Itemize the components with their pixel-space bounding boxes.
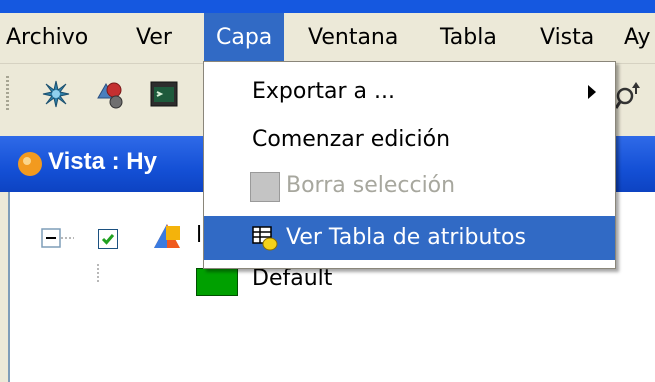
layer-visibility-checkbox[interactable] bbox=[98, 229, 118, 249]
add-layer-icon[interactable] bbox=[94, 78, 126, 110]
menu-item-exportar[interactable]: Exportar a ... bbox=[204, 70, 615, 114]
clear-selection-icon bbox=[250, 172, 280, 202]
console-icon[interactable] bbox=[148, 78, 180, 110]
view-window-title: Vista : Hy bbox=[48, 148, 157, 175]
legend-swatch bbox=[196, 268, 238, 296]
gvsig-icon[interactable] bbox=[40, 78, 72, 110]
capa-menu-dropdown: Exportar a ... Comenzar edición Borra se… bbox=[203, 61, 616, 269]
menu-bar: Archivo Ver Capa Ventana Tabla Vista Ay bbox=[0, 13, 655, 64]
menu-item-ver-tabla-atributos[interactable]: Ver Tabla de atributos bbox=[204, 216, 615, 260]
menu-item-borra-seleccion-label: Borra selección bbox=[286, 173, 456, 198]
menu-ventana[interactable]: Ventana bbox=[308, 13, 398, 63]
menu-item-comenzar-edicion[interactable]: Comenzar edición bbox=[204, 118, 615, 162]
toolbar-grip[interactable] bbox=[6, 76, 9, 110]
menu-ayuda[interactable]: Ay bbox=[624, 13, 651, 63]
window-top-edge bbox=[0, 0, 655, 13]
attribute-table-icon bbox=[252, 226, 278, 251]
check-icon bbox=[101, 234, 115, 245]
menu-item-ver-tabla-atributos-label: Ver Tabla de atributos bbox=[286, 225, 526, 250]
menu-item-comenzar-edicion-label: Comenzar edición bbox=[252, 127, 451, 152]
submenu-arrow-icon bbox=[588, 85, 596, 99]
menu-ver[interactable]: Ver bbox=[136, 13, 172, 63]
layer-name[interactable]: l bbox=[196, 223, 202, 248]
menu-capa[interactable]: Capa bbox=[204, 13, 285, 63]
legend-label: Default bbox=[252, 266, 333, 291]
gvsig-logo-icon bbox=[18, 152, 42, 176]
polygon-layer-icon bbox=[154, 224, 180, 248]
menu-archivo[interactable]: Archivo bbox=[6, 13, 88, 63]
menu-tabla[interactable]: Tabla bbox=[440, 13, 497, 63]
collapse-icon[interactable] bbox=[42, 229, 60, 247]
zoom-pan-icon[interactable] bbox=[614, 78, 646, 110]
menu-vista[interactable]: Vista bbox=[540, 13, 594, 63]
menu-item-exportar-label: Exportar a ... bbox=[252, 79, 395, 104]
menu-item-borra-seleccion[interactable]: Borra selección bbox=[204, 164, 615, 208]
